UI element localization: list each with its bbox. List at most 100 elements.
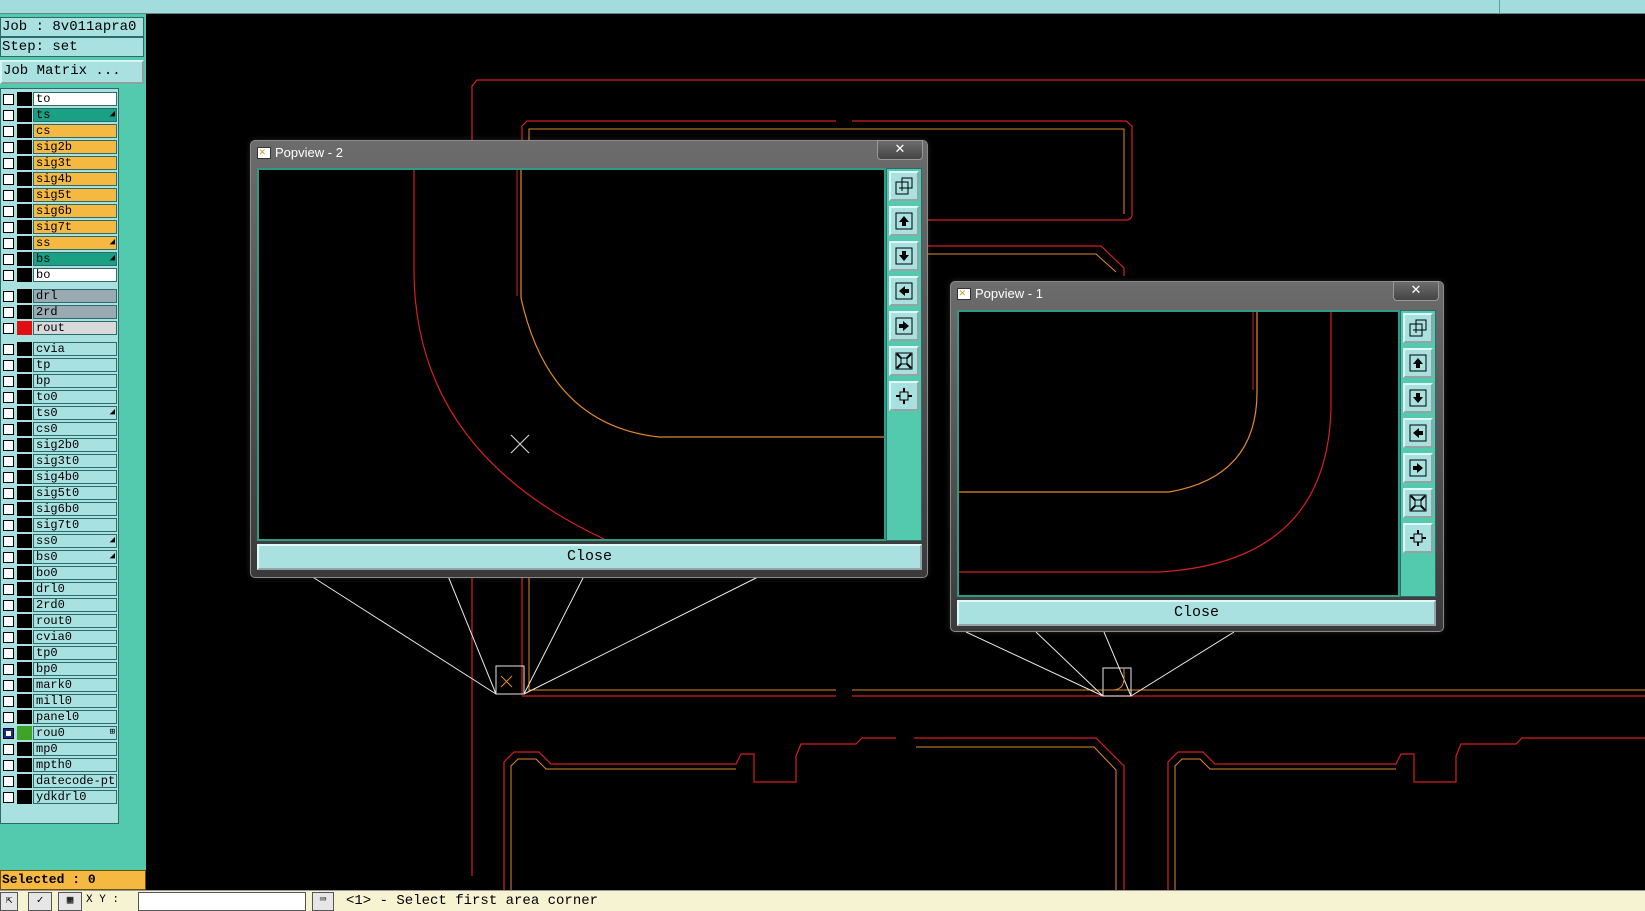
layer-name[interactable]: sig7t	[33, 220, 117, 234]
layer-name[interactable]: sig5t	[33, 188, 117, 202]
layer-row[interactable]: sig6b0	[1, 501, 118, 517]
layer-display-swatch[interactable]	[17, 204, 32, 218]
layer-display-swatch[interactable]	[17, 790, 32, 804]
layer-display-swatch[interactable]	[17, 678, 32, 692]
layer-name[interactable]: datecode-pte	[33, 774, 117, 788]
layer-name[interactable]: sig7t0	[33, 518, 117, 532]
layer-name[interactable]: sig3t	[33, 156, 117, 170]
layer-affected-checkbox[interactable]	[3, 392, 14, 403]
layer-name[interactable]: rou0	[33, 726, 117, 740]
layer-display-swatch[interactable]	[17, 236, 32, 250]
layer-display-swatch[interactable]	[17, 710, 32, 724]
layer-affected-checkbox[interactable]	[3, 440, 14, 451]
layer-display-swatch[interactable]	[17, 172, 32, 186]
layer-affected-checkbox[interactable]	[3, 376, 14, 387]
select-mode-icon[interactable]: ⇱	[0, 892, 18, 911]
layer-name[interactable]: bo	[33, 268, 117, 282]
zoom-home-icon[interactable]	[889, 171, 919, 201]
pan-right-icon[interactable]	[1403, 453, 1433, 483]
popview-1-close-icon[interactable]: ✕	[1393, 281, 1439, 301]
layer-name[interactable]: 2rd	[33, 305, 117, 319]
layer-display-swatch[interactable]	[17, 598, 32, 612]
pan-down-icon[interactable]	[1403, 383, 1433, 413]
layer-name[interactable]: sig2b	[33, 140, 117, 154]
layer-row[interactable]: sig5t	[1, 187, 118, 203]
layer-affected-checkbox[interactable]	[3, 696, 14, 707]
layer-name[interactable]: sig4b0	[33, 470, 117, 484]
layer-affected-checkbox[interactable]	[3, 94, 14, 105]
layer-affected-checkbox[interactable]	[3, 760, 14, 771]
layer-display-swatch[interactable]	[17, 454, 32, 468]
layer-display-swatch[interactable]	[17, 694, 32, 708]
layer-name[interactable]: bs0	[33, 550, 117, 564]
layer-affected-checkbox[interactable]	[3, 584, 14, 595]
layer-name[interactable]: rout0	[33, 614, 117, 628]
layer-row[interactable]: ts ◢	[1, 107, 118, 123]
layer-affected-checkbox[interactable]	[3, 536, 14, 547]
layer-name[interactable]: bp	[33, 374, 117, 388]
pan-left-icon[interactable]	[1403, 418, 1433, 448]
layer-row[interactable]: sig4b0	[1, 469, 118, 485]
layer-name[interactable]: mill0	[33, 694, 117, 708]
layer-row[interactable]: to0	[1, 389, 118, 405]
layer-name[interactable]: cs	[33, 124, 117, 138]
layer-row[interactable]: 2rd	[1, 304, 118, 320]
layer-display-swatch[interactable]	[17, 321, 32, 335]
layer-name[interactable]: drl0	[33, 582, 117, 596]
layer-row[interactable]: sig5t0	[1, 485, 118, 501]
layer-row[interactable]: bo	[1, 267, 118, 283]
layer-affected-checkbox[interactable]	[3, 238, 14, 249]
layer-row[interactable]: sig6b	[1, 203, 118, 219]
layer-name[interactable]: drl	[33, 289, 117, 303]
layer-row[interactable]: sig7t	[1, 219, 118, 235]
layer-affected-checkbox[interactable]	[3, 632, 14, 643]
layer-display-swatch[interactable]	[17, 124, 32, 138]
popview-1-view[interactable]	[957, 310, 1400, 597]
layer-affected-checkbox[interactable]	[3, 520, 14, 531]
job-matrix-button[interactable]: Job Matrix ...	[0, 60, 144, 84]
layer-row[interactable]: 2rd0	[1, 597, 118, 613]
layer-display-swatch[interactable]	[17, 614, 32, 628]
layer-name[interactable]: ss0	[33, 534, 117, 548]
layer-affected-checkbox[interactable]	[3, 616, 14, 627]
layer-display-swatch[interactable]	[17, 422, 32, 436]
layer-name[interactable]: cvia0	[33, 630, 117, 644]
layer-row[interactable]: sig3t0	[1, 453, 118, 469]
layer-display-swatch[interactable]	[17, 646, 32, 660]
layer-affected-checkbox[interactable]	[3, 270, 14, 281]
layer-name[interactable]: cs0	[33, 422, 117, 436]
check-icon[interactable]: ✓	[28, 892, 52, 911]
layer-row[interactable]: rout0	[1, 613, 118, 629]
layer-affected-checkbox[interactable]	[3, 456, 14, 467]
layer-row[interactable]: bp0	[1, 661, 118, 677]
layer-affected-checkbox[interactable]	[3, 664, 14, 675]
layer-row[interactable]: mark0	[1, 677, 118, 693]
layer-affected-checkbox[interactable]	[3, 254, 14, 265]
layer-row[interactable]: cvia0	[1, 629, 118, 645]
layer-row[interactable]: bs0 ◢	[1, 549, 118, 565]
layer-affected-checkbox[interactable]	[3, 504, 14, 515]
layer-display-swatch[interactable]	[17, 268, 32, 282]
layer-name[interactable]: bp0	[33, 662, 117, 676]
layer-affected-checkbox[interactable]	[3, 142, 14, 153]
layer-affected-checkbox[interactable]	[3, 158, 14, 169]
layer-affected-checkbox[interactable]	[3, 712, 14, 723]
layer-display-swatch[interactable]	[17, 108, 32, 122]
layer-name[interactable]: bs	[33, 252, 117, 266]
layer-affected-checkbox[interactable]	[3, 126, 14, 137]
layer-row[interactable]: sig3t	[1, 155, 118, 171]
layer-name[interactable]: mp0	[33, 742, 117, 756]
layer-display-swatch[interactable]	[17, 252, 32, 266]
layer-row[interactable]: ss0 ◢	[1, 533, 118, 549]
layer-display-swatch[interactable]	[17, 518, 32, 532]
layer-row[interactable]: panel0	[1, 709, 118, 725]
layer-name[interactable]: ts0	[33, 406, 117, 420]
layer-display-swatch[interactable]	[17, 630, 32, 644]
layer-display-swatch[interactable]	[17, 470, 32, 484]
layer-affected-checkbox[interactable]	[3, 291, 14, 302]
layer-affected-checkbox[interactable]	[3, 323, 14, 334]
layer-name[interactable]: to	[33, 92, 117, 106]
layer-display-swatch[interactable]	[17, 726, 32, 740]
popview-2-close-icon[interactable]: ✕	[877, 140, 923, 160]
layer-affected-checkbox[interactable]	[3, 307, 14, 318]
